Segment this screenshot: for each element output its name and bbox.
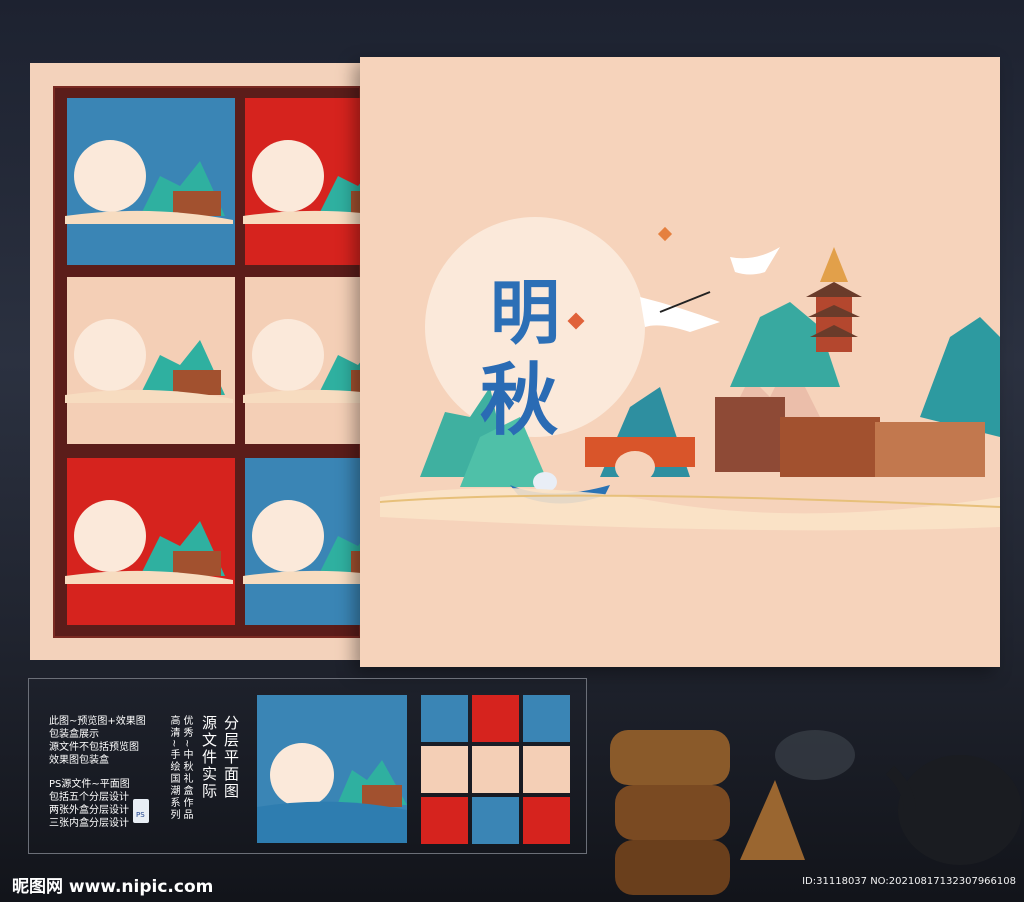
ps-file-icon: PS <box>133 799 149 823</box>
mini-tile <box>523 797 570 844</box>
info-panel: 此图~预览图+效果图 包装盒展示 源文件不包括预览图 效果图包装盒 PS源文件~… <box>28 678 587 854</box>
box-lid: 明 秋 <box>360 57 1001 667</box>
building <box>780 417 880 477</box>
tile-scene <box>243 319 361 403</box>
tile-scene <box>65 140 233 224</box>
mooncake-scene <box>610 730 1022 895</box>
tile-scene <box>243 140 361 224</box>
pagoda-icon <box>806 247 862 352</box>
calligraphy-title: 明 <box>490 271 560 354</box>
building <box>875 422 985 477</box>
mini-tile <box>472 797 519 844</box>
crane-icon <box>730 247 780 275</box>
tile-scene <box>243 500 361 584</box>
vertical-large-text: 分层平面图 <box>222 715 240 800</box>
info-line: 三张内盒分层设计 <box>49 818 129 829</box>
mini-tile <box>523 695 570 742</box>
mini-tile <box>421 695 468 742</box>
mini-tile <box>472 746 519 793</box>
mini-tile <box>421 746 468 793</box>
teapot-icon <box>885 755 1022 865</box>
mountain-icon <box>920 317 1000 437</box>
tile-scene <box>65 319 233 403</box>
tile-illustrations <box>65 140 361 584</box>
tile-scene <box>65 500 233 584</box>
mini-tile <box>472 695 519 742</box>
preview-square <box>257 695 407 843</box>
lid-illustration: 明 秋 <box>379 217 1001 531</box>
crane-icon <box>640 291 720 332</box>
mooncake-icon <box>610 730 730 895</box>
mooncake-icon <box>740 780 805 860</box>
vertical-small-text: 优秀~中秋礼盒作品 <box>181 715 192 822</box>
vertical-large-text: 源文件实际 <box>200 715 218 800</box>
building <box>715 397 785 472</box>
ps-badge: PS <box>136 811 145 819</box>
calligraphy-title: 秋 <box>480 355 558 446</box>
mini-tile <box>523 746 570 793</box>
watermark: 昵图网 www.nipic.com <box>12 877 214 897</box>
image-id: ID:31118037 NO:20210817132307966108 <box>802 876 1016 887</box>
mini-grid <box>421 695 571 844</box>
info-line: 效果图包装盒 <box>49 755 109 766</box>
mini-tile <box>421 797 468 844</box>
